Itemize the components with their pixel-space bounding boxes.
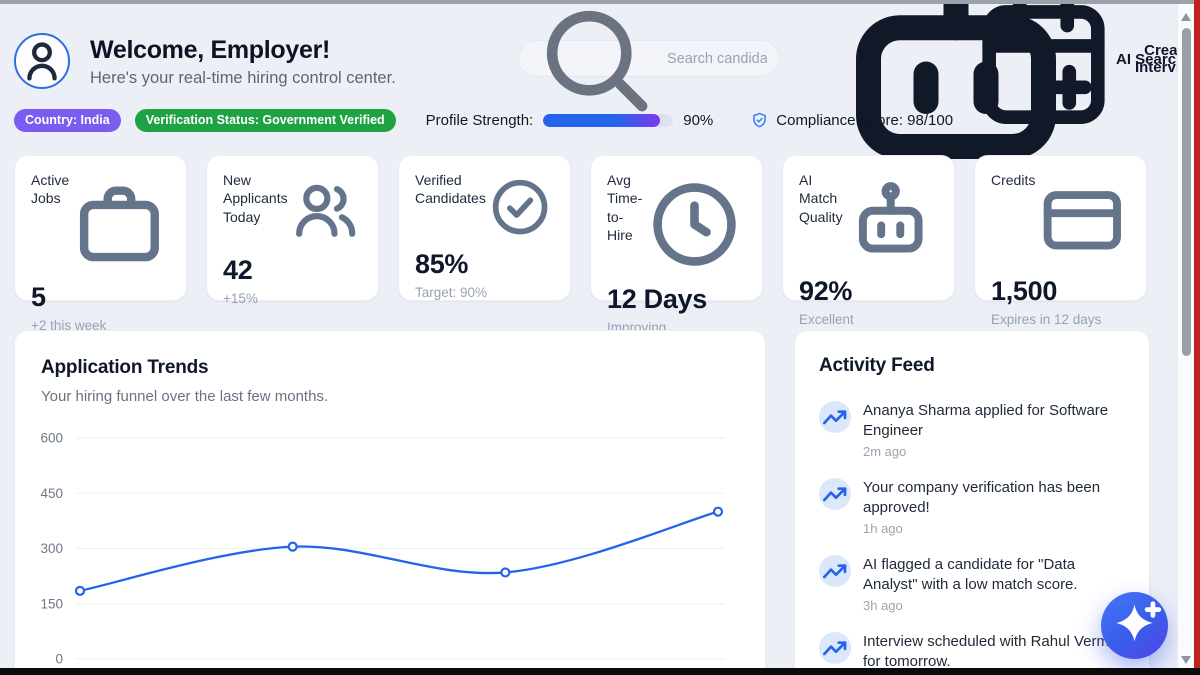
bot-icon: [843, 173, 938, 268]
person-icon: [16, 35, 68, 87]
create-interview-button[interactable]: Create Interview: [962, 44, 1200, 74]
activity-feed-list: Ananya Sharma applied for Software Engin…: [819, 401, 1125, 672]
svg-text:150: 150: [40, 596, 63, 611]
verification-badge: Verification Status: Government Verified: [135, 109, 396, 132]
stat-label: Verified Candidates: [415, 171, 486, 208]
trending-up-icon: [819, 632, 851, 664]
search-bar[interactable]: [518, 40, 780, 77]
stat-label: Avg Time-to-Hire: [607, 171, 643, 245]
scrollbar-thumb[interactable]: [1182, 28, 1191, 356]
users-icon: [288, 173, 362, 247]
scroll-up-arrow-icon[interactable]: [1181, 13, 1191, 21]
chart-subtitle: Your hiring funnel over the last few mon…: [41, 388, 739, 405]
status-bar: Country: India Verification Status: Gove…: [14, 107, 953, 133]
stat-card: New Applicants Today42+15%: [206, 155, 379, 301]
window-top-edge: [0, 0, 1200, 4]
sparkles-icon: [1101, 592, 1168, 659]
stat-card: Credits1,500Expires in 12 days: [974, 155, 1147, 301]
stat-card: Active Jobs5+2 this week: [14, 155, 187, 301]
shield-check-icon: [750, 111, 769, 130]
stat-value: 42: [223, 255, 362, 286]
window-right-edge: [1194, 0, 1200, 675]
briefcase-icon: [69, 173, 170, 274]
feed-item: Interview scheduled with Rahul Verma for…: [819, 632, 1125, 672]
trend-line-chart: 0 150 300 450 600: [15, 331, 767, 675]
stat-card: Verified Candidates 85% Target: 90%: [398, 155, 571, 301]
svg-text:0: 0: [55, 652, 63, 667]
employer-dashboard: Welcome, Employer! Here's your real-time…: [0, 0, 1200, 675]
scrollbar[interactable]: [1177, 4, 1194, 668]
page-title: Welcome, Employer!: [90, 36, 330, 65]
calendar-plus-icon: [962, 0, 1125, 140]
profile-strength-bar: [543, 114, 673, 127]
feed-item-text: Your company verification has been appro…: [863, 478, 1125, 518]
stat-card: Avg Time-to-Hire12 DaysImproving: [590, 155, 763, 301]
country-badge: Country: India: [14, 109, 121, 132]
activity-feed-title: Activity Feed: [819, 355, 1125, 377]
feed-item: AI flagged a candidate for "Data Analyst…: [819, 555, 1125, 613]
profile-strength-percent: 90%: [683, 112, 713, 129]
application-trends-card: Application Trends Your hiring funnel ov…: [14, 330, 766, 675]
stat-cards-row: Active Jobs5+2 this week New Applicants T…: [14, 155, 1147, 301]
compliance-score: Compliance Score: 98/100: [776, 112, 953, 129]
stat-value: 92%: [799, 276, 938, 307]
window-bottom-edge: [0, 668, 1200, 675]
feed-item-time: 3h ago: [863, 598, 1125, 613]
stat-subtext: Excellent: [799, 312, 938, 327]
ai-assistant-fab[interactable]: [1101, 592, 1168, 659]
credit-card-icon: [1035, 173, 1130, 268]
stat-value: 1,500: [991, 276, 1130, 307]
clock-icon: [643, 173, 746, 276]
stat-value: 5: [31, 282, 170, 313]
trending-up-icon: [819, 555, 851, 587]
stat-subtext: Expires in 12 days: [991, 312, 1130, 327]
stat-value: 85%: [415, 249, 554, 280]
feed-item-text: AI flagged a candidate for "Data Analyst…: [863, 555, 1125, 595]
profile-strength-label: Profile Strength:: [426, 112, 534, 129]
stat-label: Active Jobs: [31, 171, 69, 208]
feed-item: Ananya Sharma applied for Software Engin…: [819, 401, 1125, 459]
stat-value: 12 Days: [607, 284, 746, 315]
activity-feed-card: Activity Feed Ananya Sharma applied for …: [794, 330, 1150, 675]
scroll-down-arrow-icon[interactable]: [1181, 656, 1191, 664]
feed-item-time: 2m ago: [863, 444, 1125, 459]
check-circle-icon: [486, 173, 554, 241]
feed-item-text: Interview scheduled with Rahul Verma for…: [863, 632, 1125, 672]
stat-label: New Applicants Today: [223, 171, 288, 226]
search-icon: [531, 0, 658, 122]
svg-text:300: 300: [40, 541, 63, 556]
chart-title: Application Trends: [41, 357, 739, 379]
trending-up-icon: [819, 478, 851, 510]
search-input[interactable]: [667, 51, 767, 67]
feed-item-time: 1h ago: [863, 521, 1125, 536]
stat-label: Credits: [991, 171, 1035, 189]
trending-up-icon: [819, 401, 851, 433]
feed-item: Your company verification has been appro…: [819, 478, 1125, 536]
stat-subtext: +15%: [223, 291, 362, 306]
feed-item-text: Ananya Sharma applied for Software Engin…: [863, 401, 1125, 441]
svg-text:600: 600: [40, 431, 63, 446]
stat-label: AI Match Quality: [799, 171, 843, 226]
avatar: [14, 33, 70, 89]
stat-card: AI Match Quality92%Excellent: [782, 155, 955, 301]
svg-text:450: 450: [40, 486, 63, 501]
page-subtitle: Here's your real-time hiring control cen…: [90, 69, 396, 88]
stat-subtext: Target: 90%: [415, 285, 554, 300]
